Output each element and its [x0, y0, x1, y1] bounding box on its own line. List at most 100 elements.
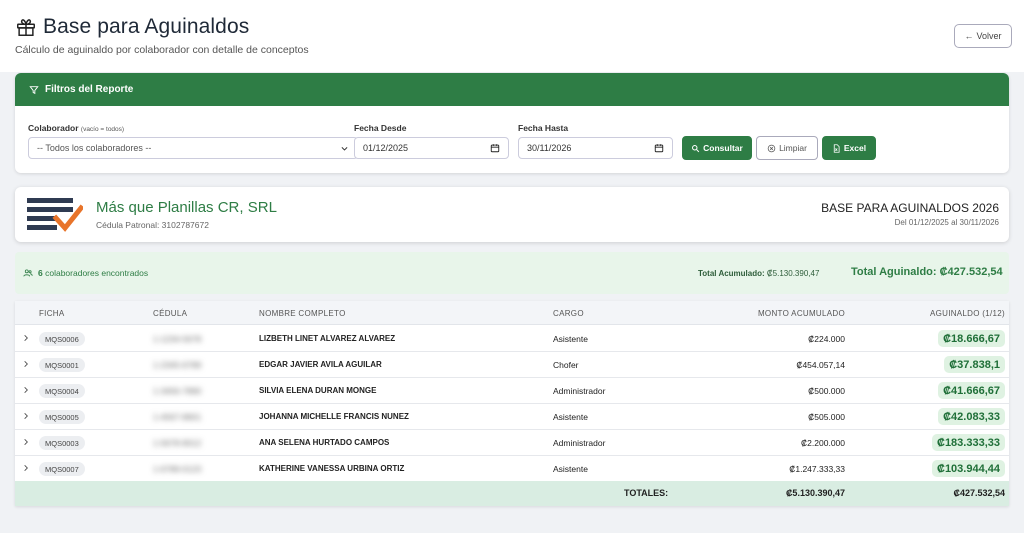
excel-button[interactable]: Excel: [822, 136, 876, 160]
aguinaldo-cell: ₡42.083,33: [938, 408, 1005, 425]
file-excel-icon: [833, 143, 840, 153]
monto-cell: ₡224.000: [808, 334, 845, 344]
fecha-desde-label: Fecha Desde: [354, 123, 407, 133]
cargo-cell: Asistente: [553, 412, 588, 422]
collaborator-count-text: colaboradores encontrados: [45, 268, 149, 278]
filter-panel: Filtros del Reporte Colaborador (vacío =…: [15, 73, 1009, 173]
cargo-cell: Administrador: [553, 386, 606, 396]
company-card: Más que Planillas CR, SRL Cédula Patrona…: [15, 187, 1009, 242]
table-row[interactable]: MQS0005 1-4567-8901 JOHANNA MICHELLE FRANC…: [15, 404, 1009, 430]
table-row[interactable]: MQS0003 1-5678-9012 ANA SELENA HURTADO CAM…: [15, 430, 1009, 456]
cargo-cell: Chofer: [553, 360, 579, 370]
colaborador-select[interactable]: -- Todos los colaboradores --: [28, 137, 358, 159]
chevron-right-icon[interactable]: [22, 463, 30, 473]
aguinaldo-table: FICHA CÉDULA NOMBRE COMPLETO CARGO MONTO…: [15, 301, 1009, 506]
ficha-badge: MQS0004: [39, 384, 85, 398]
summary-bar: 6 colaboradores encontrados Total Acumul…: [15, 252, 1009, 294]
page-subtitle: Cálculo de aguinaldo por colaborador con…: [15, 44, 309, 56]
ficha-badge: MQS0007: [39, 462, 85, 476]
chevron-right-icon[interactable]: [22, 385, 30, 395]
colaborador-hint: (vacío = todos): [80, 126, 125, 133]
ficha-badge: MQS0005: [39, 410, 85, 424]
cargo-cell: Asistente: [553, 464, 588, 474]
header-nombre[interactable]: NOMBRE COMPLETO: [259, 309, 346, 318]
fecha-hasta-input[interactable]: 30/11/2026: [518, 137, 673, 159]
monto-cell: ₡505.000: [808, 412, 845, 422]
total-acumulado-label: Total Acumulado:: [698, 269, 765, 278]
header-aguinaldo[interactable]: AGUINALDO (1/12): [930, 309, 1005, 318]
aguinaldo-cell: ₡183.333,33: [932, 434, 1005, 451]
consultar-button[interactable]: Consultar: [682, 136, 752, 160]
cedula-cell: 1-3456-7890: [153, 386, 202, 396]
header-monto[interactable]: MONTO ACUMULADO: [758, 309, 845, 318]
aguinaldo-cell: ₡41.666,67: [938, 382, 1005, 399]
excel-button-label: Excel: [843, 143, 867, 153]
table-row[interactable]: MQS0001 1-2345-6789 EDGAR JAVIER AVILA AGU…: [15, 352, 1009, 378]
back-button-label: Volver: [976, 31, 1002, 41]
aguinaldo-cell: ₡18.666,67: [938, 330, 1005, 347]
nombre-cell: LIZBETH LINET ALVAREZ ALVAREZ: [259, 334, 396, 343]
filter-panel-header: Filtros del Reporte: [15, 73, 1009, 106]
company-cedula: Cédula Patronal: 3102787672: [96, 220, 209, 230]
nombre-cell: KATHERINE VANESSA URBINA ORTIZ: [259, 464, 405, 473]
total-aguinaldo-label: Total Aguinaldo:: [851, 266, 937, 278]
collaborator-count: 6 colaboradores encontrados: [23, 268, 148, 278]
aguinaldo-cell: ₡103.944,44: [932, 460, 1005, 477]
chevron-right-icon[interactable]: [22, 437, 30, 447]
total-acumulado-value: ₡5.130.390,47: [766, 269, 820, 278]
total-aguinaldo: Total Aguinaldo: ₡427.532,54: [851, 266, 1003, 278]
gift-icon: [17, 19, 35, 36]
monto-cell: ₡2.200.000: [801, 438, 845, 448]
arrow-left-icon: ←: [964, 31, 974, 41]
fecha-desde-value: 01/12/2025: [363, 143, 409, 153]
nombre-cell: SILVIA ELENA DURAN MONGE: [259, 386, 377, 395]
filter-icon: [29, 85, 39, 94]
colaborador-select-value: -- Todos los colaboradores --: [37, 143, 152, 153]
report-title: BASE PARA AGUINALDOS 2026: [821, 201, 999, 215]
back-button[interactable]: ← Volver: [954, 24, 1012, 48]
fecha-hasta-value: 30/11/2026: [527, 143, 572, 153]
limpiar-button[interactable]: Limpiar: [756, 136, 818, 160]
ficha-badge: MQS0006: [39, 332, 85, 346]
nombre-cell: EDGAR JAVIER AVILA AGUILAR: [259, 360, 382, 369]
chevron-right-icon[interactable]: [22, 359, 30, 369]
page-title: Base para Aguinaldos: [43, 15, 250, 38]
totals-monto: ₡5.130.390,47: [785, 488, 845, 498]
table-header: FICHA CÉDULA NOMBRE COMPLETO CARGO MONTO…: [15, 301, 1009, 325]
total-acumulado: Total Acumulado: ₡5.130.390,47: [698, 269, 819, 278]
totals-label: TOTALES:: [624, 488, 669, 498]
consultar-button-label: Consultar: [703, 143, 743, 153]
table-row[interactable]: MQS0006 1-1234-5678 LIZBETH LINET ALVAREZ …: [15, 326, 1009, 352]
aguinaldo-cell: ₡37.838,1: [944, 356, 1005, 373]
monto-cell: ₡1.247.333,33: [789, 464, 845, 474]
chevron-right-icon[interactable]: [22, 411, 30, 421]
filter-panel-title: Filtros del Reporte: [45, 84, 134, 95]
nombre-cell: JOHANNA MICHELLE FRANCIS NUNEZ: [259, 412, 409, 421]
collaborator-count-value: 6: [38, 268, 43, 278]
table-row[interactable]: MQS0007 1-6789-0123 KATHERINE VANESSA URBI…: [15, 456, 1009, 482]
table-row[interactable]: MQS0004 1-3456-7890 SILVIA ELENA DURAN MON…: [15, 378, 1009, 404]
header-cargo[interactable]: CARGO: [553, 309, 584, 318]
total-aguinaldo-value: ₡427.532,54: [939, 266, 1003, 278]
company-logo: [27, 198, 83, 232]
cedula-cell: 1-6789-0123: [153, 464, 202, 474]
header-ficha[interactable]: FICHA: [39, 309, 65, 318]
cedula-cell: 1-4567-8901: [153, 412, 202, 422]
header-cedula[interactable]: CÉDULA: [153, 309, 187, 318]
chevron-right-icon[interactable]: [22, 333, 30, 343]
calendar-icon[interactable]: [654, 143, 664, 153]
ficha-badge: MQS0003: [39, 436, 85, 450]
users-icon: [23, 269, 33, 277]
fecha-desde-input[interactable]: 01/12/2025: [354, 137, 509, 159]
search-icon: [692, 144, 700, 152]
page-header: Base para Aguinaldos: [15, 15, 249, 39]
calendar-icon[interactable]: [490, 143, 500, 153]
company-name: Más que Planillas CR, SRL: [96, 199, 277, 216]
report-range: Del 01/12/2025 al 30/11/2026: [894, 218, 999, 227]
chevron-down-icon: [341, 146, 348, 151]
table-totals-row: TOTALES: ₡5.130.390,47 ₡427.532,54: [15, 481, 1009, 506]
cargo-cell: Administrador: [553, 438, 606, 448]
clear-icon: [767, 144, 776, 152]
ficha-badge: MQS0001: [39, 358, 85, 372]
limpiar-button-label: Limpiar: [779, 143, 807, 153]
